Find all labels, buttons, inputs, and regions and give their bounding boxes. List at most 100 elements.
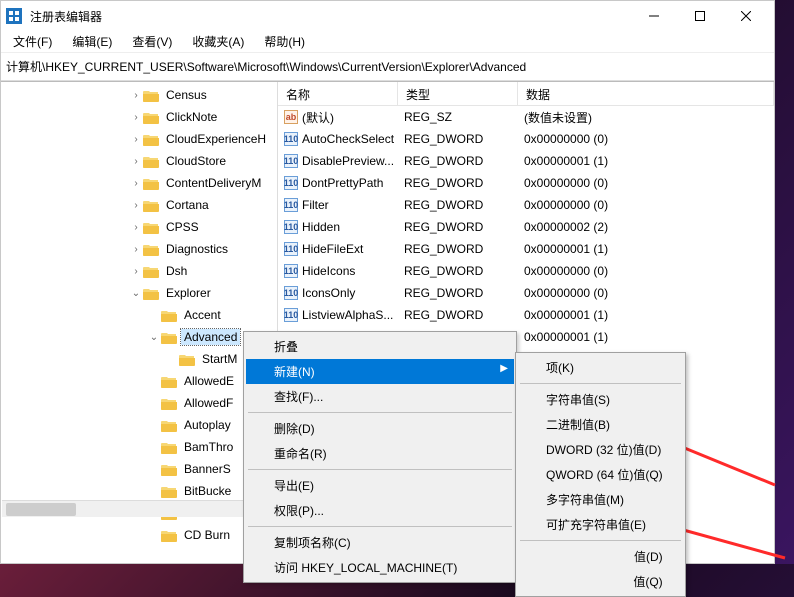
tree-row[interactable]: BamThro xyxy=(1,436,277,458)
ctx-copykey[interactable]: 复制项名称(C) xyxy=(246,530,514,555)
tree-row[interactable]: Autoplay xyxy=(1,414,277,436)
tree-row[interactable]: AllowedF xyxy=(1,392,277,414)
list-row[interactable]: 110IconsOnlyREG_DWORD0x00000000 (0) xyxy=(278,282,774,304)
ctx-perm[interactable]: 权限(P)... xyxy=(246,498,514,523)
list-row[interactable]: 110AutoCheckSelectREG_DWORD0x00000000 (0… xyxy=(278,128,774,150)
close-button[interactable] xyxy=(723,1,769,31)
tree-label: Dsh xyxy=(163,263,190,279)
tree-row[interactable]: AllowedE xyxy=(1,370,277,392)
cell-name: 110IconsOnly xyxy=(278,286,398,300)
list-row[interactable]: 110HideIconsREG_DWORD0x00000000 (0) xyxy=(278,260,774,282)
ctx-goto[interactable]: 访问 HKEY_LOCAL_MACHINE(T) xyxy=(246,555,514,580)
address-bar[interactable]: 计算机\HKEY_CURRENT_USER\Software\Microsoft… xyxy=(1,53,774,81)
tree-row[interactable]: ›ClickNote xyxy=(1,106,277,128)
sub-dword[interactable]: DWORD (32 位)值(D) xyxy=(518,437,683,462)
tree-row[interactable]: ›CloudStore xyxy=(1,150,277,172)
sub-string[interactable]: 字符串值(S) xyxy=(518,387,683,412)
reg-sz-icon: ab xyxy=(284,110,298,124)
chevron-right-icon[interactable]: › xyxy=(129,156,143,167)
list-row[interactable]: 110FilterREG_DWORD0x00000000 (0) xyxy=(278,194,774,216)
cell-name: 110DontPrettyPath xyxy=(278,176,398,190)
sub-key[interactable]: 项(K) xyxy=(518,355,668,380)
tree-row[interactable]: ⌄Explorer xyxy=(1,282,277,304)
cell-data: 0x00000000 (0) xyxy=(518,132,774,146)
list-row[interactable]: 110DisablePreview...REG_DWORD0x00000001 … xyxy=(278,150,774,172)
cell-type: REG_DWORD xyxy=(398,286,518,300)
menu-help[interactable]: 帮助(H) xyxy=(254,31,315,52)
cell-type: REG_DWORD xyxy=(398,220,518,234)
cell-name: 110AutoCheckSelect xyxy=(278,132,398,146)
chevron-right-icon[interactable]: › xyxy=(129,178,143,189)
list-row[interactable]: 110DontPrettyPathREG_DWORD0x00000000 (0) xyxy=(278,172,774,194)
chevron-right-icon[interactable]: › xyxy=(129,266,143,277)
sub-multi[interactable]: 多字符串值(M) xyxy=(518,487,683,512)
ctx-export[interactable]: 导出(E) xyxy=(246,473,514,498)
tree-row[interactable]: ›ContentDeliveryM xyxy=(1,172,277,194)
folder-icon xyxy=(161,485,177,498)
reg-dword-icon: 110 xyxy=(284,176,298,190)
chevron-right-icon[interactable]: › xyxy=(129,222,143,233)
tree-row[interactable]: ›Census xyxy=(1,84,277,106)
tree-row[interactable]: ›Diagnostics xyxy=(1,238,277,260)
folder-icon xyxy=(143,155,159,168)
ctx-separator xyxy=(248,412,512,413)
tree-row[interactable]: ›Cortana xyxy=(1,194,277,216)
tree-label: BamThro xyxy=(181,439,236,455)
menu-edit[interactable]: 编辑(E) xyxy=(62,31,122,52)
list-row[interactable]: 110HiddenREG_DWORD0x00000002 (2) xyxy=(278,216,774,238)
ctx-new[interactable]: 新建(N)▶ xyxy=(246,359,514,384)
cell-data: 0x00000001 (1) xyxy=(518,154,774,168)
ctx-rename[interactable]: 重命名(R) xyxy=(246,441,514,466)
chevron-right-icon[interactable]: › xyxy=(129,244,143,255)
sub-expand[interactable]: 可扩充字符串值(E) xyxy=(518,512,683,537)
tree-row[interactable]: ›CPSS xyxy=(1,216,277,238)
tree-row[interactable]: BitBucke xyxy=(1,480,277,502)
cell-data: 0x00000000 (0) xyxy=(518,198,774,212)
sub-extra-d[interactable]: 值(D) xyxy=(518,544,683,569)
tree-row[interactable]: BannerS xyxy=(1,458,277,480)
ctx-collapse[interactable]: 折叠 xyxy=(246,334,514,359)
tree-label: StartM xyxy=(199,351,240,367)
ctx-separator xyxy=(520,540,681,541)
scrollbar-thumb[interactable] xyxy=(6,503,76,516)
cell-name: 110Filter xyxy=(278,198,398,212)
chevron-right-icon[interactable]: › xyxy=(129,134,143,145)
tree-row[interactable]: CD Burn xyxy=(1,524,277,546)
tree-row[interactable]: ›CloudExperienceH xyxy=(1,128,277,150)
minimize-button[interactable] xyxy=(631,1,677,31)
col-type-header[interactable]: 类型 xyxy=(398,82,518,105)
tree-row[interactable]: › Dsh xyxy=(1,260,277,282)
cell-name: 110ListviewAlphaS... xyxy=(278,308,398,322)
tree-row[interactable]: StartM xyxy=(1,348,277,370)
chevron-down-icon[interactable]: ⌄ xyxy=(129,288,143,299)
col-name-header[interactable]: 名称 xyxy=(278,82,398,105)
tree-horizontal-scrollbar[interactable] xyxy=(2,500,278,517)
cell-name: 110HideIcons xyxy=(278,264,398,278)
list-row[interactable]: ab(默认)REG_SZ(数值未设置) xyxy=(278,106,774,128)
folder-icon xyxy=(143,243,159,256)
sub-extra-q[interactable]: 值(Q) xyxy=(518,569,683,594)
menu-file[interactable]: 文件(F) xyxy=(3,31,62,52)
tree-row[interactable]: Accent xyxy=(1,304,277,326)
ctx-delete[interactable]: 删除(D) xyxy=(246,416,514,441)
maximize-button[interactable] xyxy=(677,1,723,31)
cell-type: REG_DWORD xyxy=(398,242,518,256)
chevron-down-icon[interactable]: ⌄ xyxy=(147,332,161,343)
list-row[interactable]: 110ListviewAlphaS...REG_DWORD0x00000001 … xyxy=(278,304,774,326)
col-data-header[interactable]: 数据 xyxy=(518,82,774,105)
reg-dword-icon: 110 xyxy=(284,286,298,300)
chevron-right-icon[interactable]: › xyxy=(129,90,143,101)
sub-qword[interactable]: QWORD (64 位)值(Q) xyxy=(518,462,683,487)
reg-dword-icon: 110 xyxy=(284,242,298,256)
tree-row[interactable]: ⌄Advanced xyxy=(1,326,277,348)
chevron-right-icon[interactable]: › xyxy=(129,112,143,123)
tree-label: BitBucke xyxy=(181,483,234,499)
menu-favorites[interactable]: 收藏夹(A) xyxy=(182,31,254,52)
menu-view[interactable]: 查看(V) xyxy=(122,31,182,52)
tree-pane[interactable]: ›Census›ClickNote›CloudExperienceH›Cloud… xyxy=(1,82,278,563)
ctx-find[interactable]: 查找(F)... xyxy=(246,384,514,409)
sub-binary[interactable]: 二进制值(B) xyxy=(518,412,683,437)
list-row[interactable]: 110HideFileExtREG_DWORD0x00000001 (1) xyxy=(278,238,774,260)
chevron-right-icon[interactable]: › xyxy=(129,200,143,211)
folder-icon xyxy=(143,89,159,102)
